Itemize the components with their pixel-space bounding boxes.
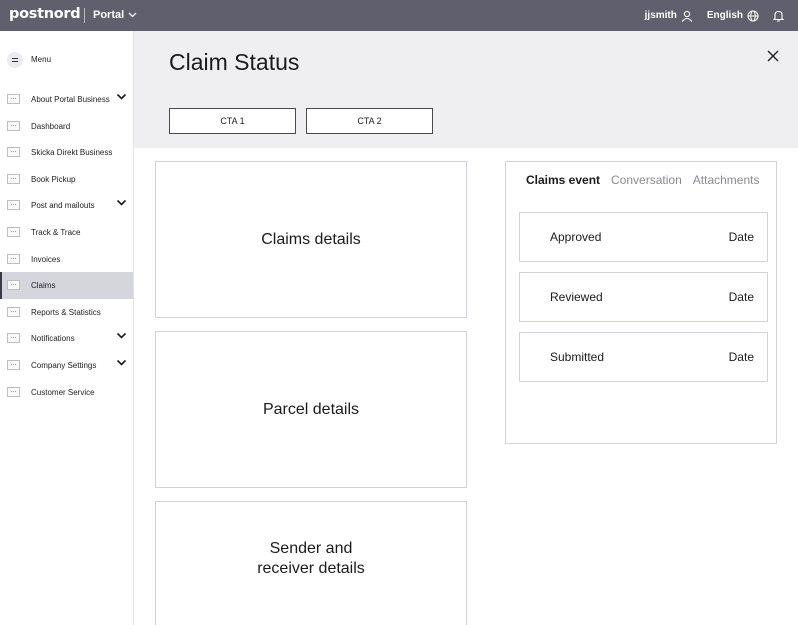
sidebar-item-label: Reports & Statistics <box>31 307 101 317</box>
sender-receiver-label-line2: receiver details <box>257 560 365 577</box>
sidebar-item-dashboard[interactable]: Dashboard <box>0 113 133 140</box>
chevron-down-icon <box>128 12 137 18</box>
placeholder-icon <box>7 306 20 317</box>
sidebar-item-post-and-mailouts[interactable]: Post and mailouts <box>0 192 133 219</box>
sidebar-item-label: Post and mailouts <box>31 201 95 211</box>
placeholder-icon <box>7 359 20 370</box>
sender-receiver-label-line1: Sender and <box>269 540 353 557</box>
globe-icon <box>747 9 759 22</box>
claims-details-card[interactable]: Claims details <box>155 161 467 318</box>
parcel-details-card[interactable]: Parcel details <box>155 331 467 488</box>
sidebar-item-label: Claims <box>31 281 56 291</box>
event-status: Submitted <box>550 350 605 364</box>
menu-toggle[interactable]: Menu <box>0 48 133 72</box>
sidebar-item-customer-service[interactable]: Customer Service <box>0 379 133 406</box>
sender-receiver-details-card[interactable]: Sender and receiver details <box>155 501 467 625</box>
sidebar-item-label: Company Settings <box>31 360 97 370</box>
username: jjsmith <box>644 10 677 21</box>
language-label: English <box>706 10 743 21</box>
placeholder-icon <box>7 120 20 131</box>
sidebar-nav: About Portal Business Dashboard Skicka Dir… <box>0 86 133 405</box>
sidebar-item-label: Track & Trace <box>31 227 81 237</box>
cta-2-button[interactable]: CTA 2 <box>306 108 433 134</box>
page-title: Claim Status <box>169 49 300 75</box>
portal-switcher[interactable]: Portal <box>93 9 137 21</box>
sidebar-item-label: Book Pickup <box>31 174 76 184</box>
page-header: Claim Status CTA 1 CTA 2 <box>134 31 798 148</box>
notifications-button[interactable] <box>773 10 784 22</box>
placeholder-icon <box>7 94 20 104</box>
events-tabs: Claims event Conversation Attachments <box>526 173 770 187</box>
event-status: Approved <box>550 230 602 244</box>
event-date: Date <box>728 290 754 304</box>
placeholder-icon <box>7 280 20 291</box>
user-icon <box>681 10 693 22</box>
language-selector[interactable]: English <box>706 9 759 22</box>
event-row-approved[interactable]: Approved Date <box>519 212 768 262</box>
placeholder-icon <box>7 147 20 158</box>
cta-1-button[interactable]: CTA 1 <box>169 108 296 134</box>
chevron-down-icon[interactable] <box>116 332 127 340</box>
event-row-reviewed[interactable]: Reviewed Date <box>519 272 768 322</box>
tab-conversation[interactable]: Conversation <box>611 173 682 187</box>
claims-events-panel: Claims event Conversation Attachments Ap… <box>505 161 777 444</box>
tab-attachments[interactable]: Attachments <box>693 173 760 187</box>
sidebar-item-notifications[interactable]: Notifications <box>0 325 133 352</box>
sidebar-item-label: Dashboard <box>31 121 71 131</box>
sidebar-item-skicka-direkt-business[interactable]: Skicka Direkt Business <box>0 139 133 166</box>
event-date: Date <box>728 350 754 364</box>
sidebar-item-reports-and-statistics[interactable]: Reports & Statistics <box>0 299 133 326</box>
sidebar-item-label: Invoices <box>31 254 61 264</box>
tab-claims-event[interactable]: Claims event <box>526 173 600 187</box>
sidebar-item-track-and-trace[interactable]: Track & Trace <box>0 219 133 246</box>
event-row-submitted[interactable]: Submitted Date <box>519 332 768 382</box>
menu-label: Menu <box>31 55 52 64</box>
chevron-down-icon[interactable] <box>116 93 127 101</box>
bell-icon <box>773 10 784 22</box>
event-date: Date <box>728 230 754 244</box>
placeholder-icon <box>7 173 20 184</box>
placeholder-icon <box>7 386 20 397</box>
logo-divider <box>84 8 85 23</box>
placeholder-icon <box>7 253 20 264</box>
parcel-details-label: Parcel details <box>262 400 360 418</box>
user-menu[interactable]: jjsmith <box>645 10 693 22</box>
placeholder-icon <box>7 200 20 211</box>
top-bar: postnord Portal jjsmith English <box>0 0 798 31</box>
event-status: Reviewed <box>550 290 603 304</box>
sidebar-item-label: About Portal Business <box>31 95 110 104</box>
portal-label: Portal <box>93 9 125 21</box>
sidebar-item-label: Skicka Direkt Business <box>31 148 113 158</box>
sidebar-item-claims[interactable]: Claims <box>0 272 133 299</box>
sidebar: Menu About Portal Business Dashboard Skick… <box>0 31 134 625</box>
sidebar-item-invoices[interactable]: Invoices <box>0 246 133 273</box>
placeholder-icon <box>7 226 20 237</box>
sidebar-item-book-pickup[interactable]: Book Pickup <box>0 166 133 193</box>
sidebar-item-company-settings[interactable]: Company Settings <box>0 352 133 379</box>
hamburger-icon <box>7 52 23 68</box>
claims-details-label: Claims details <box>261 230 361 248</box>
sidebar-item-label: Notifications <box>31 334 75 344</box>
chevron-down-icon[interactable] <box>116 359 127 367</box>
sidebar-item-about-portal-business[interactable]: About Portal Business <box>0 86 133 113</box>
chevron-down-icon[interactable] <box>116 199 127 207</box>
close-icon[interactable] <box>766 49 780 63</box>
postnord-logo[interactable]: postnord <box>9 6 81 22</box>
sidebar-item-label: Customer Service <box>31 387 95 397</box>
placeholder-icon <box>7 333 20 344</box>
